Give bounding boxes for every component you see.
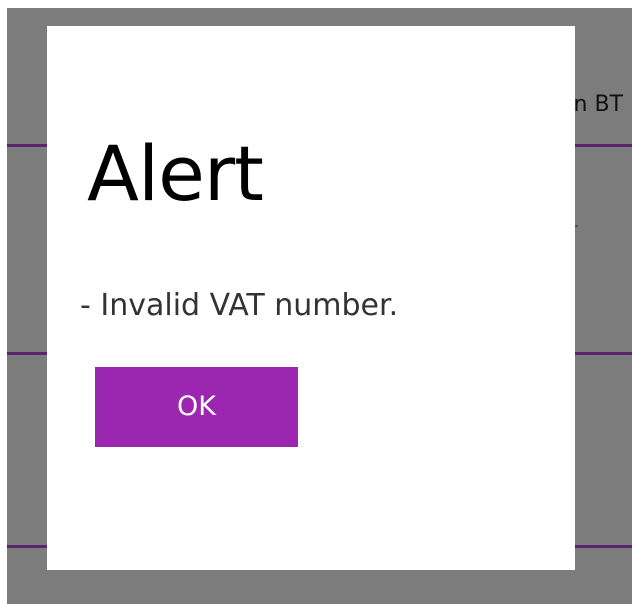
background-mark [575, 225, 578, 227]
screen: en BТ Alert - Invalid VAT number. OK [0, 0, 632, 604]
ok-button[interactable]: OK [95, 367, 298, 447]
alert-dialog: Alert - Invalid VAT number. OK [47, 26, 575, 570]
alert-title: Alert [87, 129, 264, 218]
alert-message: - Invalid VAT number. [80, 288, 399, 323]
